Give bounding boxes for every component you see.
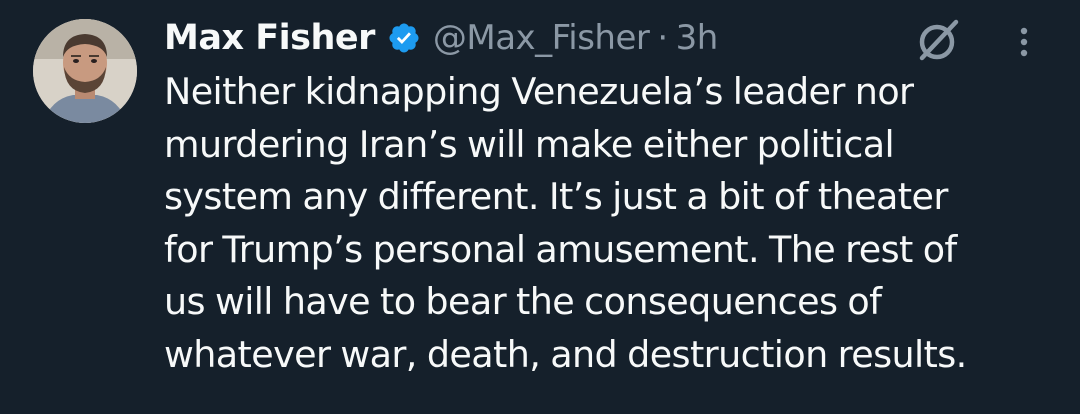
tweet-text-line: murdering Iran’s will make either politi… bbox=[164, 122, 895, 166]
tweet-text-line: for Trump’s personal amusement. The rest… bbox=[164, 227, 957, 271]
author-name[interactable]: Max Fisher bbox=[164, 18, 375, 58]
avatar-image bbox=[33, 19, 137, 123]
tweet-text-line: Neither kidnapping Venezuela’s leader no… bbox=[164, 70, 914, 113]
tweet-text: Neither kidnapping Venezuela’s leader no… bbox=[164, 66, 1064, 381]
header-separator: · bbox=[657, 18, 668, 58]
more-options-icon[interactable] bbox=[1005, 18, 1043, 62]
verified-badge-icon[interactable] bbox=[387, 21, 421, 55]
tweet[interactable]: Max Fisher @Max_Fisher · 3h Neither kidn… bbox=[0, 0, 1080, 414]
tweet-text-line: system any different. It’s just a bit of… bbox=[164, 175, 948, 218]
grok-icon[interactable] bbox=[912, 14, 964, 66]
author-handle[interactable]: @Max_Fisher bbox=[433, 18, 650, 58]
tweet-header: Max Fisher @Max_Fisher · 3h bbox=[164, 12, 718, 64]
avatar[interactable] bbox=[33, 19, 137, 123]
timestamp[interactable]: 3h bbox=[676, 18, 719, 58]
tweet-text-line: us will have to bear the consequences of bbox=[164, 280, 882, 323]
tweet-text-line: whatever war, death, and destruction res… bbox=[164, 332, 967, 376]
